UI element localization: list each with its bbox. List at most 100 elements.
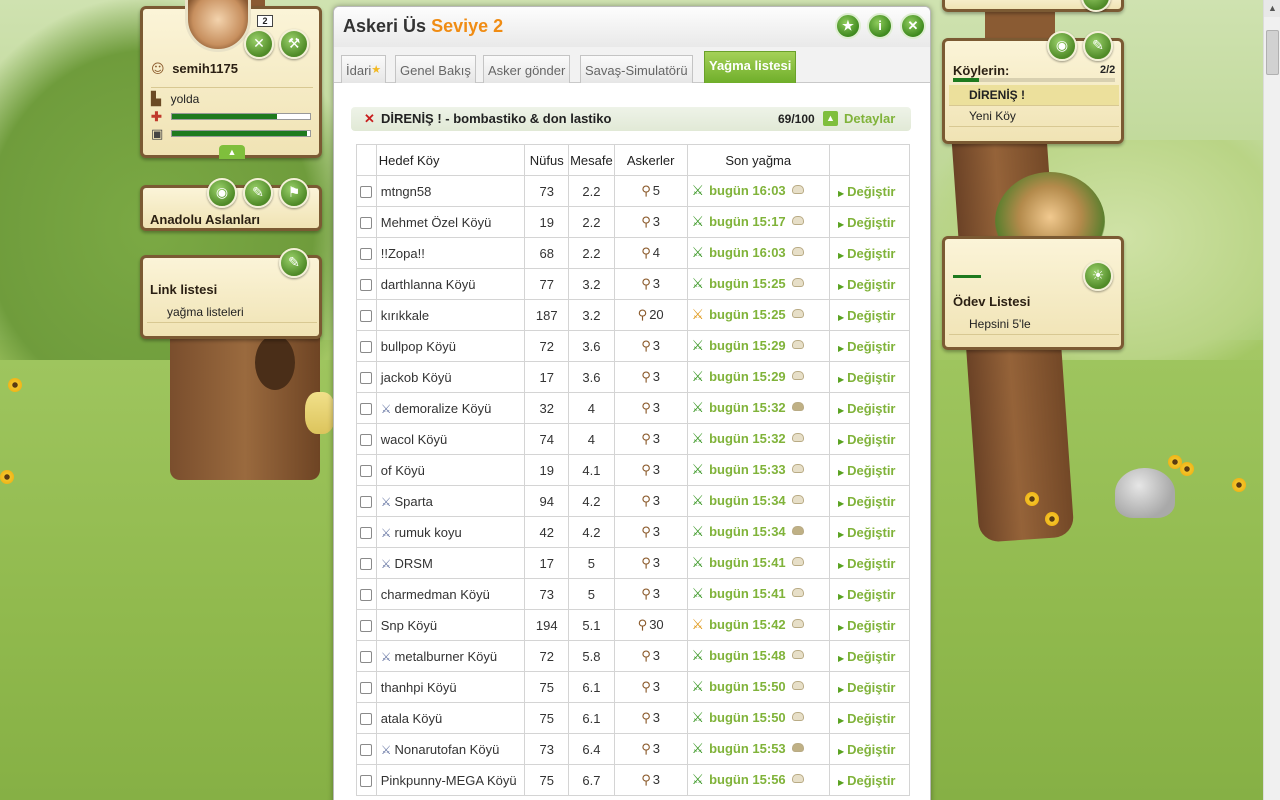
raid-result-icon[interactable]: ⚔ [692,338,705,354]
raid-result-icon[interactable]: ⚔ [692,617,705,633]
target-village-link[interactable]: jackob Köyü [381,370,452,385]
alliance-overview-button[interactable]: ◉ [207,178,237,208]
target-village-link[interactable]: metalburner Köyü [395,649,498,664]
scroll-up-button[interactable]: ▲ [1264,0,1280,17]
target-village-link[interactable]: mtngn58 [381,184,432,199]
last-raid-time[interactable]: bugün 16:03 [709,183,786,198]
last-raid-time[interactable]: bugün 15:50 [709,679,786,694]
raid-result-icon[interactable]: ⚔ [692,648,705,664]
row-checkbox[interactable] [360,496,373,509]
raid-result-icon[interactable]: ⚔ [692,431,705,447]
last-raid-time[interactable]: bugün 15:25 [709,307,786,322]
change-link[interactable]: Değiştir [847,277,895,292]
raid-result-icon[interactable]: ⚔ [692,307,705,323]
last-raid-time[interactable]: bugün 16:03 [709,245,786,260]
row-checkbox[interactable] [360,279,373,292]
last-raid-time[interactable]: bugün 15:34 [709,493,786,508]
change-link[interactable]: Değiştir [847,308,895,323]
tab-asker-gonder[interactable]: Asker gönder [483,55,571,83]
target-village-link[interactable]: charmedman Köyü [381,587,490,602]
target-village-link[interactable]: kırıkkale [381,308,429,323]
row-checkbox[interactable] [360,403,373,416]
raid-result-icon[interactable]: ⚔ [692,493,705,509]
row-checkbox[interactable] [360,651,373,664]
row-checkbox[interactable] [360,558,373,571]
row-checkbox[interactable] [360,341,373,354]
last-raid-time[interactable]: bugün 15:32 [709,431,786,446]
target-village-link[interactable]: !!Zopa!! [381,246,425,261]
last-raid-time[interactable]: bugün 15:53 [709,741,786,756]
target-village-link[interactable]: thanhpi Köyü [381,680,457,695]
raid-result-icon[interactable]: ⚔ [692,586,705,602]
row-checkbox[interactable] [360,589,373,602]
last-raid-time[interactable]: bugün 15:41 [709,555,786,570]
raid-result-icon[interactable]: ⚔ [692,369,705,385]
last-raid-time[interactable]: bugün 15:32 [709,400,786,415]
target-village-link[interactable]: wacol Köyü [381,432,447,447]
raid-result-icon[interactable]: ⚔ [692,183,705,199]
last-raid-time[interactable]: bugün 15:56 [709,772,786,787]
toggle-details-icon[interactable]: ▲ [823,111,838,126]
change-link[interactable]: Değiştir [847,494,895,509]
collapse-button[interactable]: ▲ [219,145,245,159]
player-name[interactable]: semih1175 [172,61,238,76]
target-village-link[interactable]: of Köyü [381,463,425,478]
quest-item[interactable]: Hepsini 5'le [949,314,1119,335]
change-link[interactable]: Değiştir [847,215,895,230]
last-raid-time[interactable]: bugün 15:41 [709,586,786,601]
target-village-link[interactable]: atala Köyü [381,711,442,726]
target-village-link[interactable]: demoralize Köyü [395,401,492,416]
change-link[interactable]: Değiştir [847,463,895,478]
page-scrollbar[interactable]: ▲ [1263,0,1280,800]
raid-result-icon[interactable]: ⚔ [692,214,705,230]
last-raid-time[interactable]: bugün 15:42 [709,617,786,632]
raid-result-icon[interactable]: ⚔ [692,245,705,261]
tab-genel-bakis[interactable]: Genel Bakış [395,55,476,83]
hero-hammer-button[interactable]: ⚒ [279,29,309,59]
hero-adventure-button[interactable]: ✕ [244,29,274,59]
change-link[interactable]: Değiştir [847,525,895,540]
change-link[interactable]: Değiştir [847,370,895,385]
row-checkbox[interactable] [360,465,373,478]
raid-result-icon[interactable]: ⚔ [692,276,705,292]
target-village-link[interactable]: DRSM [395,556,433,571]
change-link[interactable]: Değiştir [847,587,895,602]
row-checkbox[interactable] [360,527,373,540]
raid-result-icon[interactable]: ⚔ [692,462,705,478]
target-village-link[interactable]: Nonarutofan Köyü [395,742,500,757]
row-checkbox[interactable] [360,186,373,199]
last-raid-time[interactable]: bugün 15:48 [709,648,786,663]
row-checkbox[interactable] [360,434,373,447]
alliance-flag-button[interactable]: ⚑ [279,178,309,208]
link-item[interactable]: yağma listeleri [147,302,317,323]
scrollbar-thumb[interactable] [1266,30,1279,75]
change-link[interactable]: Değiştir [847,339,895,354]
change-link[interactable]: Değiştir [847,680,895,695]
row-checkbox[interactable] [360,310,373,323]
change-link[interactable]: Değiştir [847,556,895,571]
row-checkbox[interactable] [360,248,373,261]
raid-result-icon[interactable]: ⚔ [692,400,705,416]
last-raid-time[interactable]: bugün 15:17 [709,214,786,229]
change-link[interactable]: Değiştir [847,649,895,664]
raid-result-icon[interactable]: ⚔ [692,524,705,540]
village-overview-button[interactable]: ◉ [1047,31,1077,61]
last-raid-time[interactable]: bugün 15:29 [709,369,786,384]
target-village-link[interactable]: rumuk koyu [395,525,462,540]
row-checkbox[interactable] [360,775,373,788]
last-raid-time[interactable]: bugün 15:33 [709,462,786,477]
quest-hint-button[interactable]: ☀ [1083,261,1113,291]
row-checkbox[interactable] [360,217,373,230]
change-link[interactable]: Değiştir [847,184,895,199]
change-link[interactable]: Değiştir [847,401,895,416]
change-link[interactable]: Değiştir [847,432,895,447]
raid-result-icon[interactable]: ⚔ [692,679,705,695]
target-village-link[interactable]: Mehmet Özel Köyü [381,215,492,230]
village-item-active[interactable]: DİRENİŞ ! [949,85,1119,106]
row-checkbox[interactable] [360,713,373,726]
row-checkbox[interactable] [360,744,373,757]
row-checkbox[interactable] [360,372,373,385]
alliance-name[interactable]: Anadolu Aslanları [150,212,260,227]
target-village-link[interactable]: darthlanna Köyü [381,277,476,292]
hero-avatar[interactable] [185,0,251,52]
